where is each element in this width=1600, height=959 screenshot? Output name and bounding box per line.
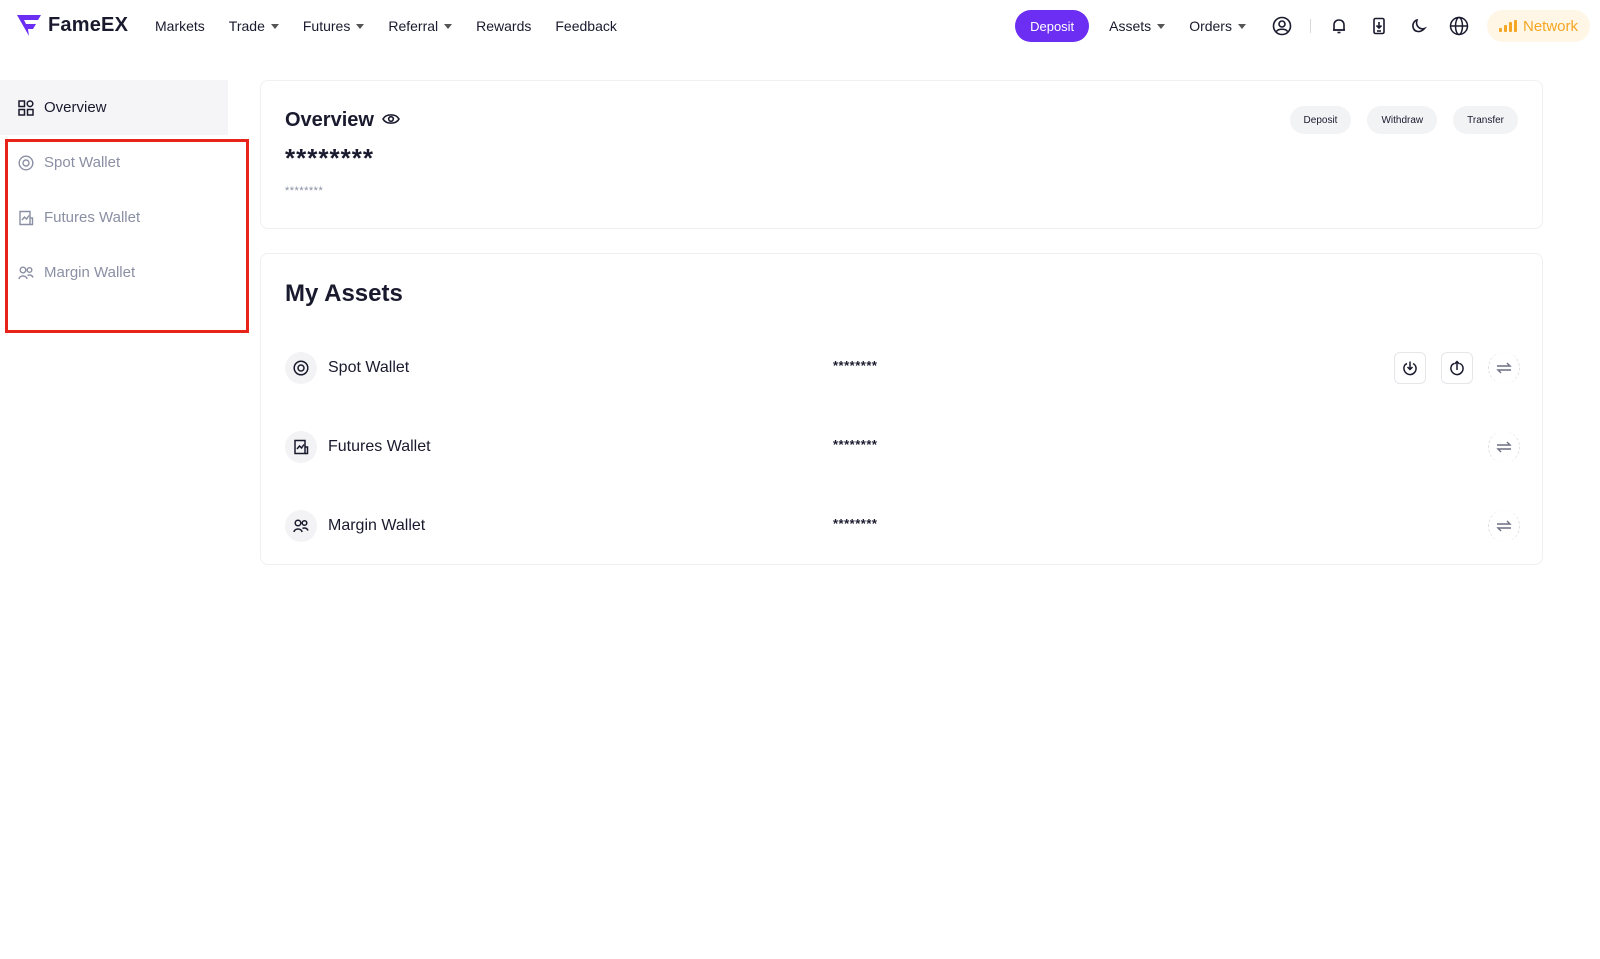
nav-futures[interactable]: Futures <box>302 18 365 34</box>
caret-down-icon <box>1157 23 1166 29</box>
page-title: Overview <box>285 109 374 131</box>
chart-doc-icon <box>18 210 34 226</box>
nav-futures-label: Futures <box>302 18 351 34</box>
asset-value: ******** <box>833 516 878 531</box>
asset-row-spot-wallet: Spot Wallet ******** <box>285 350 1520 386</box>
withdraw-icon[interactable] <box>1441 352 1473 384</box>
deposit-icon[interactable] <box>1394 352 1426 384</box>
sidebar-item-futures-wallet[interactable]: Futures Wallet <box>0 190 228 245</box>
sidebar-item-label: Overview <box>44 99 107 116</box>
brand-name: FameEX <box>48 13 129 36</box>
transfer-icon[interactable] <box>1488 431 1520 463</box>
wallet-sidebar: Overview Spot Wallet Futures Wallet Marg… <box>0 80 228 300</box>
signal-bars-icon <box>1498 20 1517 32</box>
chart-doc-icon <box>285 431 317 463</box>
caret-down-icon <box>270 23 279 29</box>
deposit-button[interactable]: Deposit <box>1289 106 1352 134</box>
header-deposit-button[interactable]: Deposit <box>1015 10 1090 42</box>
overview-heading: Overview <box>285 109 400 132</box>
nav-orders[interactable]: Orders <box>1189 18 1246 34</box>
download-app-icon[interactable] <box>1367 14 1391 38</box>
main-nav: Markets Trade Futures Referral Rewards F… <box>155 0 641 52</box>
overview-actions: Deposit Withdraw Transfer <box>1289 106 1518 134</box>
nav-rewards[interactable]: Rewards <box>476 18 531 34</box>
bell-icon[interactable] <box>1327 14 1351 38</box>
transfer-button[interactable]: Transfer <box>1453 106 1518 134</box>
caret-down-icon <box>1237 23 1246 29</box>
total-balance: ******** <box>285 143 374 173</box>
eye-icon[interactable] <box>382 109 400 132</box>
asset-row-margin-wallet: Margin Wallet ******** <box>285 508 1520 544</box>
target-icon <box>285 352 317 384</box>
nav-assets-label: Assets <box>1109 18 1152 34</box>
asset-value: ******** <box>833 437 878 452</box>
nav-referral[interactable]: Referral <box>388 18 453 34</box>
nav-orders-label: Orders <box>1189 18 1232 34</box>
transfer-icon[interactable] <box>1488 510 1520 542</box>
withdraw-button[interactable]: Withdraw <box>1367 106 1438 134</box>
asset-row-futures-wallet: Futures Wallet ******** <box>285 429 1520 465</box>
asset-name: Spot Wallet <box>328 359 410 376</box>
grid-icon <box>18 99 34 116</box>
asset-name: Margin Wallet <box>328 517 426 534</box>
sidebar-item-overview[interactable]: Overview <box>0 80 228 135</box>
sidebar-item-label: Futures Wallet <box>44 209 141 226</box>
network-status[interactable]: Network <box>1486 10 1590 42</box>
sidebar-item-label: Spot Wallet <box>44 154 121 171</box>
fameex-logo[interactable]: FameEX <box>16 12 128 38</box>
globe-icon[interactable] <box>1447 14 1471 38</box>
overview-card: Overview ******** ******** Deposit Withd… <box>260 80 1543 229</box>
nav-trade[interactable]: Trade <box>229 18 279 34</box>
my-assets-card: My Assets Spot Wallet ******** Futures W… <box>260 253 1543 565</box>
moon-icon[interactable] <box>1407 14 1431 38</box>
right-nav: Deposit Assets Orders Network <box>1015 9 1590 43</box>
sidebar-item-label: Margin Wallet <box>44 264 136 281</box>
nav-feedback-label: Feedback <box>555 18 617 34</box>
sidebar-item-spot-wallet[interactable]: Spot Wallet <box>0 135 228 190</box>
asset-actions <box>1488 508 1520 544</box>
sidebar-item-margin-wallet[interactable]: Margin Wallet <box>0 245 228 300</box>
nav-divider <box>1309 19 1311 33</box>
nav-markets-label: Markets <box>155 18 205 34</box>
nav-referral-label: Referral <box>388 18 439 34</box>
balance-equivalent: ******** <box>285 185 324 197</box>
asset-name: Futures Wallet <box>328 438 431 455</box>
nav-markets[interactable]: Markets <box>155 18 205 34</box>
nav-rewards-label: Rewards <box>476 18 532 34</box>
people-icon <box>285 510 317 542</box>
asset-value: ******** <box>833 358 878 373</box>
top-navbar: FameEX Markets Trade Futures Referral Re… <box>0 0 1600 52</box>
asset-actions <box>1488 429 1520 465</box>
target-icon <box>18 154 34 171</box>
caret-down-icon <box>444 23 453 29</box>
nav-feedback[interactable]: Feedback <box>555 18 616 34</box>
network-label: Network <box>1522 17 1578 35</box>
asset-actions <box>1394 350 1520 386</box>
fameex-logo-icon <box>17 15 41 36</box>
people-icon <box>18 265 34 281</box>
nav-assets[interactable]: Assets <box>1109 18 1166 34</box>
caret-down-icon <box>356 23 365 29</box>
section-title: My Assets <box>285 280 403 307</box>
user-account-icon[interactable] <box>1270 14 1294 38</box>
transfer-icon[interactable] <box>1488 352 1520 384</box>
nav-trade-label: Trade <box>228 18 265 34</box>
